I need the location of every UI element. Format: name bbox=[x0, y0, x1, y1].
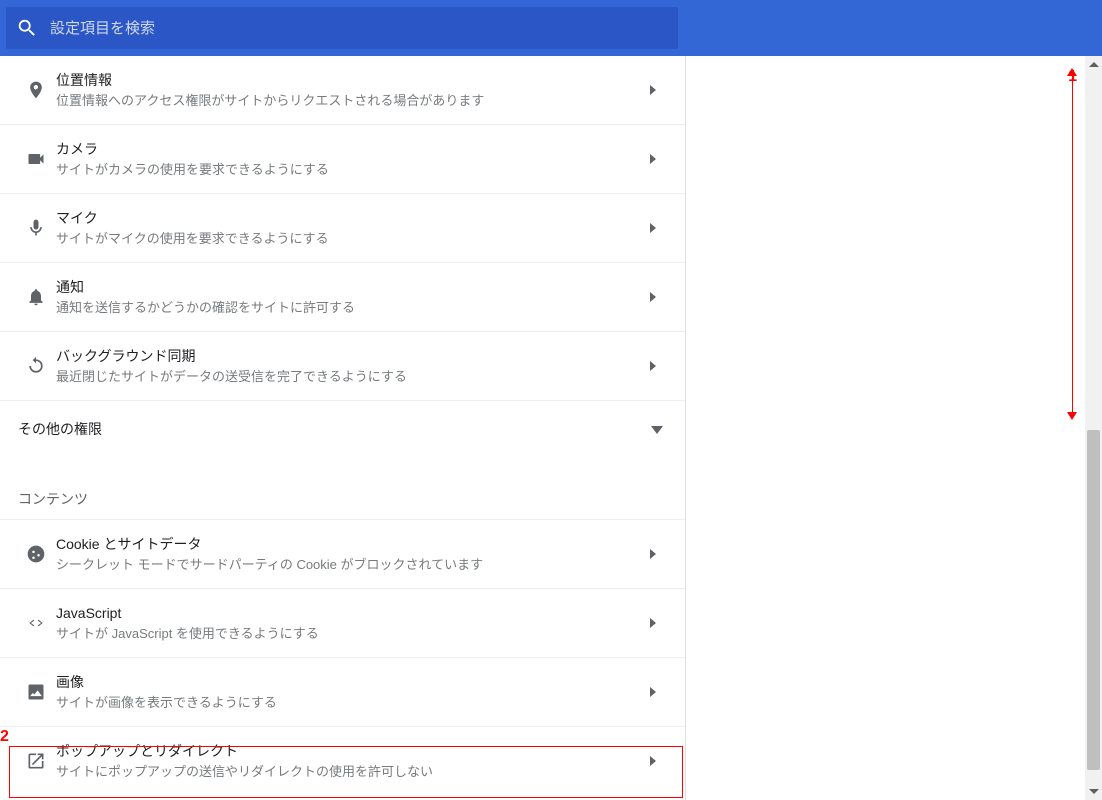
location-icon bbox=[16, 80, 56, 100]
setting-title: JavaScript bbox=[56, 603, 643, 623]
setting-title: 画像 bbox=[56, 672, 643, 692]
scrollbar[interactable] bbox=[1085, 56, 1102, 800]
sync-icon bbox=[16, 356, 56, 376]
setting-desc: 位置情報へのアクセス権限がサイトからリクエストされる場合があります bbox=[56, 92, 643, 110]
setting-desc: サイトがマイクの使用を要求できるようにする bbox=[56, 230, 643, 248]
chevron-right-icon bbox=[643, 361, 663, 371]
other-permissions-label: その他の権限 bbox=[18, 419, 102, 439]
chevron-right-icon bbox=[643, 618, 663, 628]
annotation-label-1: 1 bbox=[1068, 68, 1077, 86]
popup-icon bbox=[16, 751, 56, 771]
cookie-icon bbox=[16, 544, 56, 564]
image-icon bbox=[16, 682, 56, 702]
annotation-label-2: 2 bbox=[0, 728, 9, 746]
setting-title: マイク bbox=[56, 208, 643, 228]
chevron-right-icon bbox=[643, 756, 663, 766]
setting-row-camera[interactable]: カメラサイトがカメラの使用を要求できるようにする bbox=[0, 124, 685, 193]
setting-title: 位置情報 bbox=[56, 70, 643, 90]
setting-desc: サイトがカメラの使用を要求できるようにする bbox=[56, 161, 643, 179]
empty-pane bbox=[686, 56, 1102, 800]
setting-title: ポップアップとリダイレクト bbox=[56, 741, 643, 761]
chevron-right-icon bbox=[643, 85, 663, 95]
scroll-thumb[interactable] bbox=[1087, 430, 1100, 770]
chevron-right-icon bbox=[643, 687, 663, 697]
content-section-header: コンテンツ bbox=[0, 457, 685, 519]
setting-row-cookies[interactable]: Cookie とサイトデータシークレット モードでサードパーティの Cookie… bbox=[0, 519, 685, 588]
setting-title: バックグラウンド同期 bbox=[56, 346, 643, 366]
code-icon bbox=[16, 613, 56, 633]
setting-desc: シークレット モードでサードパーティの Cookie がブロックされています bbox=[56, 556, 643, 574]
chevron-right-icon bbox=[643, 223, 663, 233]
search-icon bbox=[16, 17, 38, 39]
setting-row-notifications[interactable]: 通知通知を送信するかどうかの確認をサイトに許可する bbox=[0, 262, 685, 331]
mic-icon bbox=[16, 218, 56, 238]
scroll-down-button[interactable] bbox=[1085, 783, 1102, 800]
chevron-right-icon bbox=[643, 154, 663, 164]
other-content-settings-row[interactable]: その他のコンテンツの設定 bbox=[0, 795, 685, 800]
search-input[interactable] bbox=[38, 20, 668, 37]
search-container[interactable] bbox=[6, 7, 678, 49]
setting-row-mic[interactable]: マイクサイトがマイクの使用を要求できるようにする bbox=[0, 193, 685, 262]
other-permissions-row[interactable]: その他の権限 bbox=[0, 400, 685, 457]
chevron-right-icon bbox=[643, 292, 663, 302]
setting-row-location[interactable]: 位置情報位置情報へのアクセス権限がサイトからリクエストされる場合があります bbox=[0, 56, 685, 124]
chevron-down-icon bbox=[651, 421, 663, 437]
setting-title: 通知 bbox=[56, 277, 643, 297]
setting-desc: 通知を送信するかどうかの確認をサイトに許可する bbox=[56, 299, 643, 317]
setting-desc: 最近閉じたサイトがデータの送受信を完了できるようにする bbox=[56, 368, 643, 386]
setting-title: Cookie とサイトデータ bbox=[56, 534, 643, 554]
chevron-right-icon bbox=[643, 549, 663, 559]
bell-icon bbox=[16, 287, 56, 307]
settings-header bbox=[0, 0, 1102, 56]
setting-row-popups[interactable]: ポップアップとリダイレクトサイトにポップアップの送信やリダイレクトの使用を許可し… bbox=[0, 726, 685, 795]
setting-desc: サイトが JavaScript を使用できるようにする bbox=[56, 625, 643, 643]
setting-desc: サイトにポップアップの送信やリダイレクトの使用を許可しない bbox=[56, 763, 643, 781]
setting-row-images[interactable]: 画像サイトが画像を表示できるようにする bbox=[0, 657, 685, 726]
settings-panel: 位置情報位置情報へのアクセス権限がサイトからリクエストされる場合があります カメ… bbox=[0, 56, 686, 800]
setting-row-bgsync[interactable]: バックグラウンド同期最近閉じたサイトがデータの送受信を完了できるようにする bbox=[0, 331, 685, 400]
setting-desc: サイトが画像を表示できるようにする bbox=[56, 694, 643, 712]
setting-title: カメラ bbox=[56, 139, 643, 159]
camera-icon bbox=[16, 149, 56, 169]
scroll-up-button[interactable] bbox=[1085, 56, 1102, 73]
setting-row-javascript[interactable]: JavaScript サイトが JavaScript を使用できるようにする bbox=[0, 588, 685, 657]
